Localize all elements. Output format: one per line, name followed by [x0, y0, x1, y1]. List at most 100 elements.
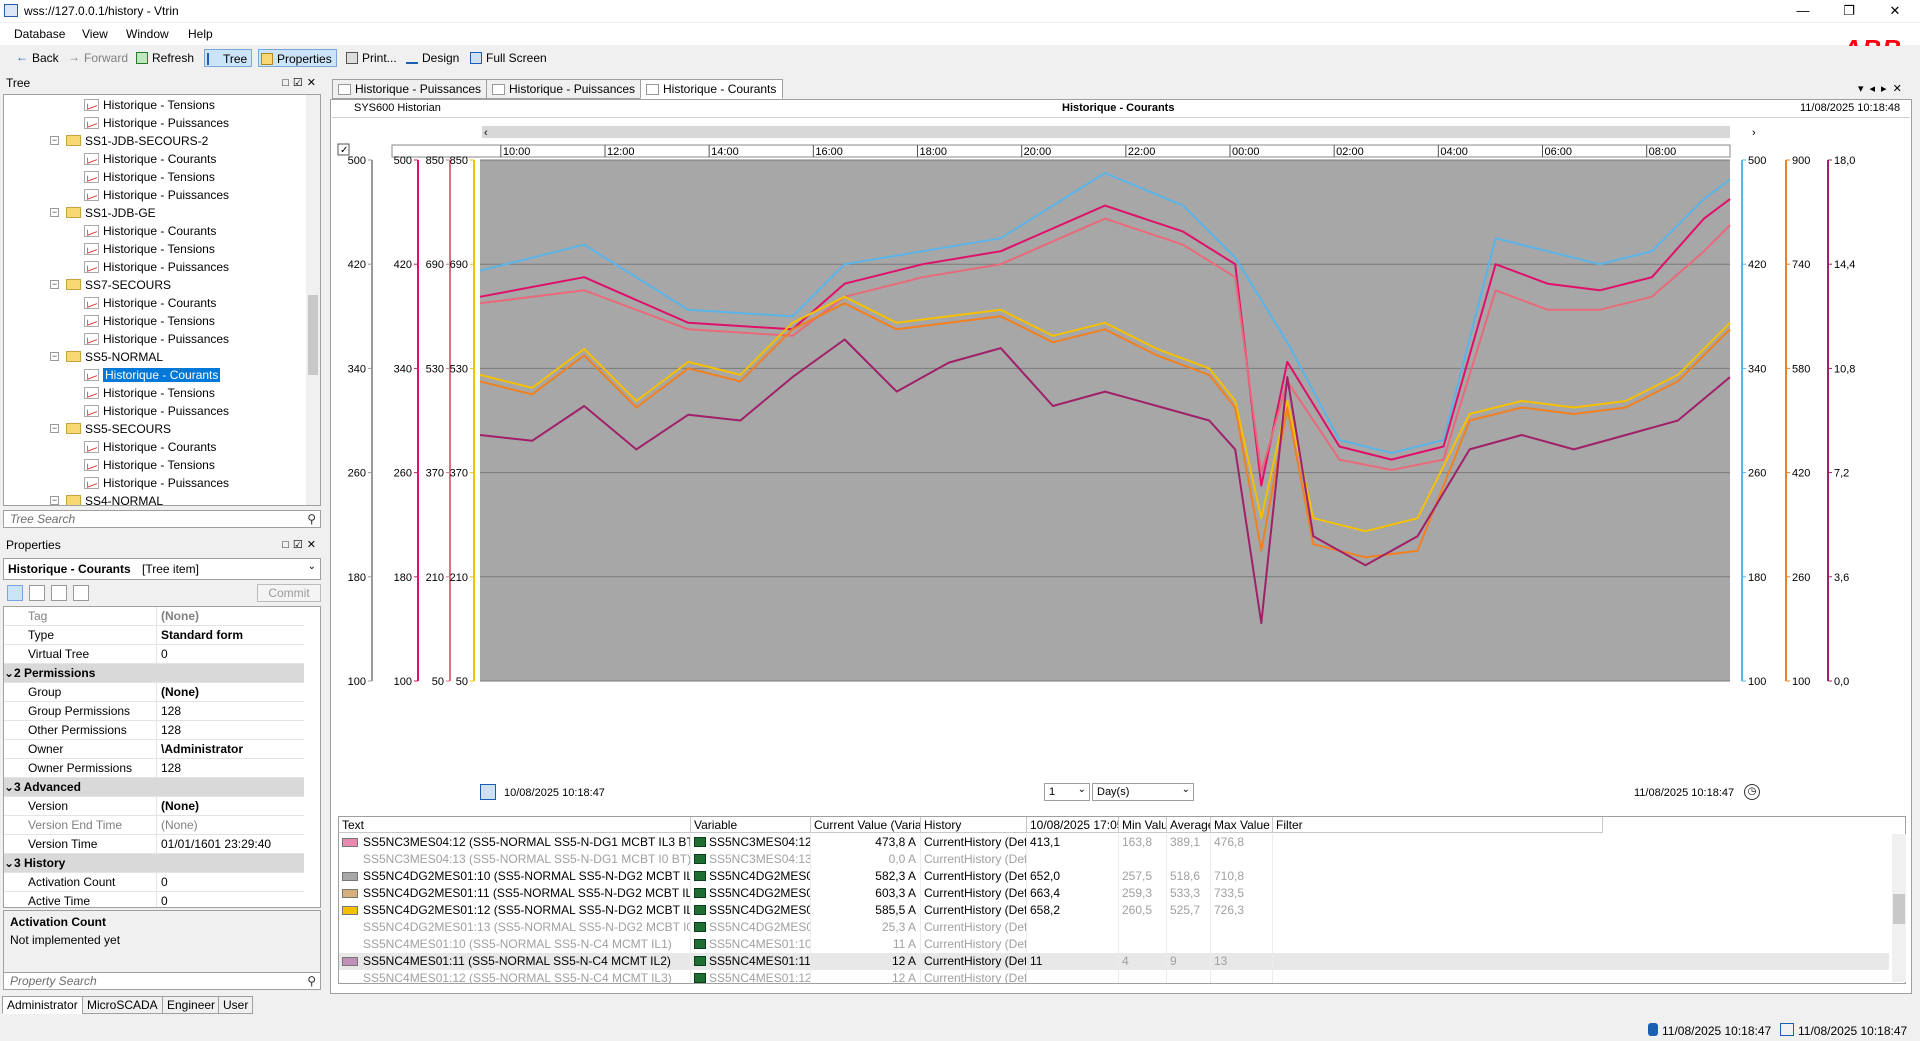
property-row[interactable]: Version Time 01/01/1601 23:29:40: [4, 835, 304, 854]
property-row[interactable]: Version (None): [4, 797, 304, 816]
filter-icon[interactable]: [51, 585, 67, 601]
table-row[interactable]: SS5NC4DG2MES01:12 (SS5-NORMAL SS5-N-DG2 …: [339, 902, 1889, 919]
column-header[interactable]: Max Value: [1211, 817, 1273, 833]
property-row[interactable]: Owner \Administrator: [4, 740, 304, 759]
menu-help[interactable]: Help: [188, 27, 213, 41]
tree-item[interactable]: Historique - Puissances: [84, 474, 229, 492]
property-row[interactable]: Activation Count 0: [4, 873, 304, 892]
scroll-left-arrow[interactable]: ‹: [484, 127, 488, 139]
tree-item[interactable]: Historique - Courants: [84, 150, 216, 168]
table-row[interactable]: SS5NC3MES04:12 (SS5-NORMAL SS5-N-DG1 MCB…: [339, 834, 1889, 851]
collapse-icon[interactable]: −: [50, 280, 59, 289]
panel-controls[interactable]: □☑✕: [282, 536, 320, 554]
tree-item[interactable]: Historique - Tensions: [84, 240, 215, 258]
property-category[interactable]: ⌄ 3 History: [4, 854, 304, 873]
property-row[interactable]: Owner Permissions 128: [4, 759, 304, 778]
property-row[interactable]: Type Standard form: [4, 626, 304, 645]
tree-folder[interactable]: − SS5-SECOURS: [50, 420, 171, 438]
series-color-swatch[interactable]: [342, 906, 358, 915]
minimize-button[interactable]: —: [1780, 0, 1826, 22]
column-header[interactable]: Filter: [1273, 817, 1603, 833]
tree-toggle-button[interactable]: Tree: [204, 49, 253, 67]
tree-folder[interactable]: − SS4-NORMAL: [50, 492, 163, 505]
collapse-icon[interactable]: −: [50, 496, 59, 505]
property-value[interactable]: \Administrator: [156, 740, 304, 759]
table-row[interactable]: SS5NC4DG2MES01:11 (SS5-NORMAL SS5-N-DG2 …: [339, 885, 1889, 902]
tree-item[interactable]: Historique - Courants: [84, 294, 216, 312]
doc-tab-puissances-1[interactable]: Historique - Puissances: [332, 79, 489, 99]
calendar-icon[interactable]: [480, 784, 496, 800]
maximize-button[interactable]: ❐: [1826, 0, 1872, 22]
tree-folder[interactable]: − SS1-JDB-SECOURS-2: [50, 132, 208, 150]
properties-toggle-button[interactable]: Properties: [258, 49, 337, 67]
property-row[interactable]: Virtual Tree 0: [4, 645, 304, 664]
table-row[interactable]: SS5NC4MES01:10 (SS5-NORMAL SS5-N-C4 MCMT…: [339, 936, 1889, 953]
scrollbar-thumb[interactable]: [308, 295, 318, 375]
property-row[interactable]: Group Permissions 128: [4, 702, 304, 721]
series-color-swatch[interactable]: [342, 957, 358, 966]
table-row[interactable]: SS5NC4DG2MES01:13 (SS5-NORMAL SS5-N-DG2 …: [339, 919, 1889, 936]
tree-item[interactable]: Historique - Puissances: [84, 186, 229, 204]
collapse-icon[interactable]: −: [50, 352, 59, 361]
chevron-down-icon[interactable]: ⌄: [4, 780, 14, 794]
tree-item[interactable]: Historique - Tensions: [84, 384, 215, 402]
table-row[interactable]: SS5NC4MES01:12 (SS5-NORMAL SS5-N-C4 MCMT…: [339, 970, 1889, 983]
property-value[interactable]: 0: [156, 873, 304, 892]
table-row[interactable]: SS5NC4DG2MES01:10 (SS5-NORMAL SS5-N-DG2 …: [339, 868, 1889, 885]
collapse-icon[interactable]: −: [50, 424, 59, 433]
property-value[interactable]: Standard form: [156, 626, 304, 645]
property-value[interactable]: (None): [156, 816, 304, 835]
doc-tab-controls[interactable]: ▾◂▸✕: [1858, 82, 1908, 95]
collapse-icon[interactable]: −: [50, 136, 59, 145]
column-header[interactable]: Variable: [691, 817, 811, 833]
table-scrollbar[interactable]: [1892, 834, 1906, 982]
tab-engineer[interactable]: Engineer: [162, 996, 221, 1014]
property-value[interactable]: 0: [156, 892, 304, 907]
tree-item[interactable]: Historique - Tensions: [84, 312, 215, 330]
table-row[interactable]: SS5NC4MES01:11 (SS5-NORMAL SS5-N-C4 MCMT…: [339, 953, 1889, 970]
tree-item[interactable]: Historique - Puissances: [84, 330, 229, 348]
scroll-right-arrow[interactable]: ›: [1752, 127, 1756, 139]
column-header[interactable]: Min Value: [1119, 817, 1167, 833]
series-color-swatch[interactable]: [342, 838, 358, 847]
property-value[interactable]: (None): [156, 607, 304, 626]
time-scrollbar[interactable]: [482, 126, 1730, 138]
tree-item[interactable]: Historique - Courants: [84, 438, 216, 456]
property-category[interactable]: ⌄ 2 Permissions: [4, 664, 304, 683]
tree-item[interactable]: Historique - Tensions: [84, 168, 215, 186]
property-row[interactable]: Group (None): [4, 683, 304, 702]
table-row[interactable]: SS5NC3MES04:13 (SS5-NORMAL SS5-N-DG1 MCB…: [339, 851, 1889, 868]
property-row[interactable]: Active Time 0: [4, 892, 304, 907]
doc-tab-puissances-2[interactable]: Historique - Puissances: [486, 79, 643, 99]
period-value-select[interactable]: 1 ⌄: [1044, 783, 1090, 801]
tree-item[interactable]: Historique - Courants: [84, 366, 221, 384]
property-value[interactable]: (None): [156, 797, 304, 816]
scrollbar-thumb[interactable]: [1893, 894, 1905, 924]
tree-folder[interactable]: − SS1-JDB-GE: [50, 204, 156, 222]
tree-search-input[interactable]: Tree Search ⚲: [3, 510, 321, 528]
tab-user[interactable]: User: [218, 996, 254, 1014]
tab-administrator[interactable]: Administrator: [2, 996, 83, 1014]
categorized-icon[interactable]: [7, 585, 23, 601]
menu-database[interactable]: Database: [14, 27, 65, 41]
series-color-swatch[interactable]: [342, 872, 358, 881]
column-header[interactable]: 10/08/2025 17:05:43: [1027, 817, 1119, 833]
column-header[interactable]: Average: [1167, 817, 1211, 833]
clock-icon[interactable]: ◷: [1744, 784, 1760, 800]
property-row[interactable]: Tag (None): [4, 607, 304, 626]
property-value[interactable]: 0: [156, 645, 304, 664]
tree-folder[interactable]: − SS5-NORMAL: [50, 348, 163, 366]
fullscreen-button[interactable]: Full Screen: [468, 49, 547, 67]
refresh-button[interactable]: Refresh: [134, 49, 194, 67]
sort-alpha-icon[interactable]: [29, 585, 45, 601]
edit-icon[interactable]: [73, 585, 89, 601]
property-row[interactable]: Version End Time (None): [4, 816, 304, 835]
column-header[interactable]: Text: [339, 817, 691, 833]
object-selector[interactable]: Historique - Courants [Tree item] ⌄: [3, 558, 321, 580]
tree-folder[interactable]: − SS7-SECOURS: [50, 276, 171, 294]
commit-button[interactable]: Commit: [257, 584, 321, 602]
design-button[interactable]: Design: [404, 49, 459, 67]
tab-microscada[interactable]: MicroSCADA: [82, 996, 163, 1014]
forward-button[interactable]: → Forward: [66, 49, 128, 67]
property-search-input[interactable]: Property Search ⚲: [3, 972, 321, 990]
